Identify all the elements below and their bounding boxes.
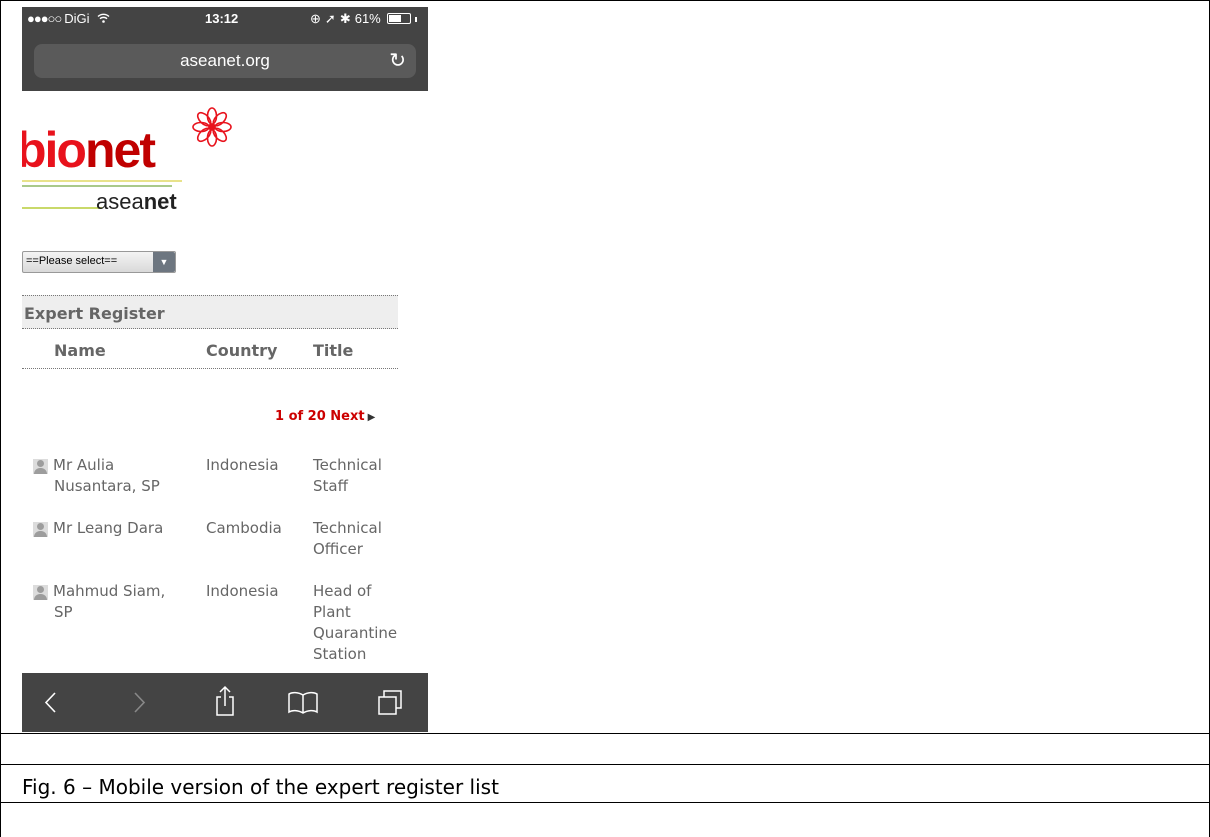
status-time: 13:12 xyxy=(205,11,239,26)
logo-net: net xyxy=(84,122,156,178)
flower-icon xyxy=(190,105,234,154)
orientation-lock-icon: ⊕ xyxy=(310,11,321,26)
logo-asea-net: net xyxy=(143,189,177,214)
expert-country: Cambodia xyxy=(206,519,282,537)
column-header-name[interactable]: Name xyxy=(54,341,106,360)
bionet-logo: bionet aseanet xyxy=(22,107,252,227)
status-bar: ●●●○○ DiGi 13:12 ⊕ ➚ ✱ 61% xyxy=(22,11,428,29)
table-border-row3 xyxy=(0,802,1210,803)
column-header-country[interactable]: Country xyxy=(206,341,277,360)
avatar-icon xyxy=(33,459,48,474)
play-arrow-icon: ▶ xyxy=(367,412,376,423)
logo-bionet-text: bionet xyxy=(22,121,156,179)
logo-stripe-lime xyxy=(22,207,102,209)
carrier-name: DiGi xyxy=(64,11,90,26)
phone-screenshot: ●●●○○ DiGi 13:12 ⊕ ➚ ✱ 61% aseanet.org ↻ bio… xyxy=(22,7,428,732)
expert-country: Indonesia xyxy=(206,456,279,474)
expert-country: Indonesia xyxy=(206,582,279,600)
address-bar[interactable]: aseanet.org ↻ xyxy=(34,44,416,78)
battery-level xyxy=(388,15,401,22)
forward-icon xyxy=(130,673,150,732)
signal-strength-icon: ●●●○○ xyxy=(27,11,62,26)
section-title: Expert Register xyxy=(22,295,398,329)
battery-nub xyxy=(414,17,417,22)
expert-title: Plant xyxy=(313,603,351,621)
browser-chrome: ●●●○○ DiGi 13:12 ⊕ ➚ ✱ 61% aseanet.org ↻ xyxy=(22,7,428,91)
logo-bio: bio xyxy=(22,122,87,178)
pagination-next-link[interactable]: 1 of 20 Next ▶ xyxy=(275,409,375,424)
back-icon[interactable] xyxy=(42,673,62,732)
column-header-title[interactable]: Title xyxy=(313,341,353,360)
table-border-top xyxy=(0,0,1210,1)
reload-icon[interactable]: ↻ xyxy=(389,48,406,73)
expert-name[interactable]: Mahmud Siam, xyxy=(53,581,165,602)
expert-title: Head of xyxy=(313,582,372,600)
chevron-down-icon: ▼ xyxy=(153,252,175,272)
carrier-info: ●●●○○ DiGi xyxy=(27,11,110,26)
pager-text: 1 of 20 Next xyxy=(275,409,365,424)
avatar-icon xyxy=(33,585,48,600)
logo-stripe-yellow xyxy=(22,180,182,182)
logo-asea: asea xyxy=(96,189,144,214)
country-select[interactable]: ==Please select== ▼ xyxy=(22,251,176,273)
browser-toolbar xyxy=(22,673,428,732)
tabs-icon[interactable] xyxy=(374,673,408,732)
bookmarks-icon[interactable] xyxy=(285,673,321,732)
expert-name[interactable]: Mr Aulia xyxy=(53,455,114,476)
wifi-icon xyxy=(97,13,110,26)
status-icons: ⊕ ➚ ✱ 61% xyxy=(310,11,421,27)
avatar-icon xyxy=(33,522,48,537)
logo-stripe-green xyxy=(22,185,172,187)
expert-title: Technical xyxy=(313,519,382,537)
table-border-row2 xyxy=(0,764,1210,765)
expert-name[interactable]: Mr Leang Dara xyxy=(53,518,163,539)
expert-register-heading: Expert Register xyxy=(24,304,165,323)
expert-title: Station xyxy=(313,645,367,663)
url-text: aseanet.org xyxy=(180,51,270,70)
bluetooth-icon: ✱ xyxy=(339,11,351,26)
expert-title: Quarantine xyxy=(313,624,398,642)
logo-aseanet-text: aseanet xyxy=(96,189,177,215)
battery-icon xyxy=(386,13,411,24)
battery-percent: 61% xyxy=(354,11,381,26)
select-value: ==Please select== xyxy=(26,255,118,267)
expert-name[interactable]: Nusantara, SP xyxy=(54,476,160,497)
expert-name[interactable]: SP xyxy=(54,602,73,623)
expert-title: Staff xyxy=(313,477,348,495)
figure-caption: Fig. 6 – Mobile version of the expert re… xyxy=(22,775,499,799)
expert-title: Officer xyxy=(313,540,363,558)
header-divider xyxy=(22,368,398,369)
expert-title: Technical xyxy=(313,456,382,474)
table-border-row1 xyxy=(0,733,1210,734)
table-border-left xyxy=(0,0,1,837)
location-icon: ➚ xyxy=(324,11,336,26)
share-icon[interactable] xyxy=(210,673,240,732)
